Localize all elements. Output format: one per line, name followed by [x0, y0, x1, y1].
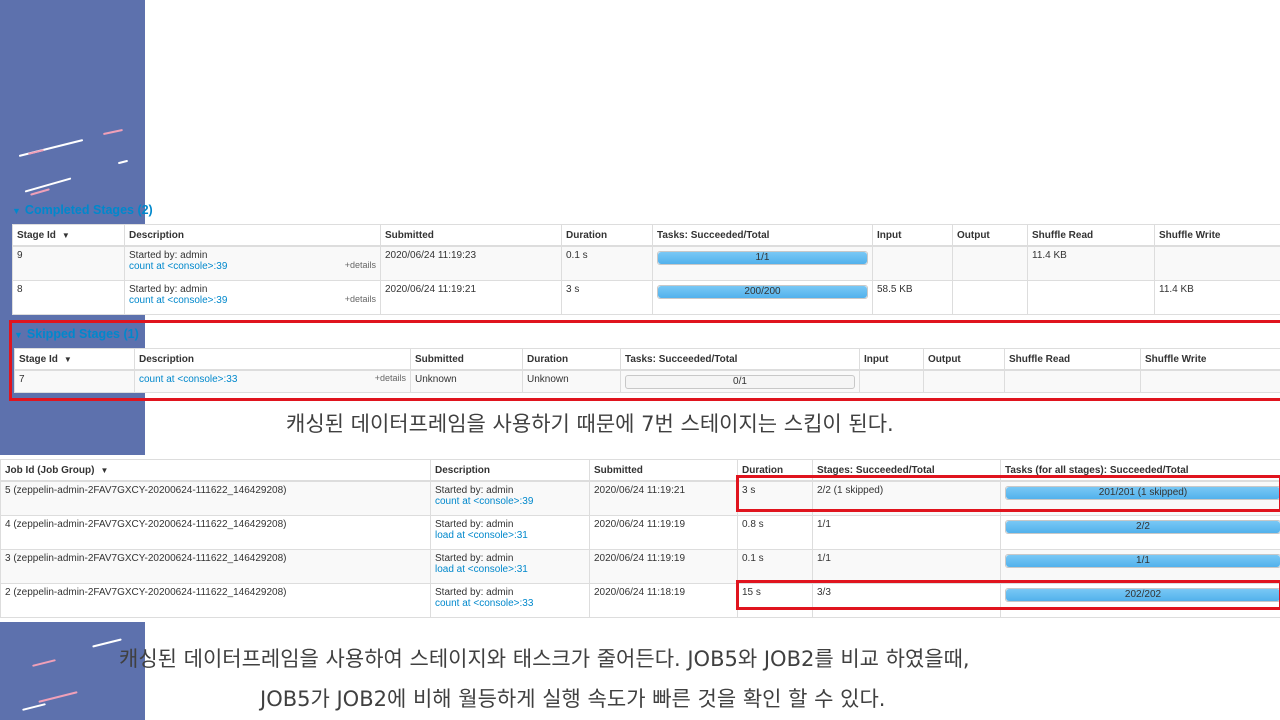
column-header-description[interactable]: Description — [430, 459, 590, 482]
duration: 3 s — [561, 279, 653, 315]
submitted-time: 2020/06/24 11:19:23 — [380, 245, 562, 281]
job-description: Started by: admin count at <console>:33 — [430, 582, 590, 618]
details-toggle[interactable]: +details — [345, 294, 376, 304]
highlight-box-job5 — [736, 475, 1280, 512]
highlight-box-job2 — [736, 580, 1280, 610]
stage-link[interactable]: count at <console>:39 — [129, 261, 227, 272]
started-by-text: Started by: admin — [129, 250, 208, 261]
input: 58.5 KB — [872, 279, 953, 315]
sort-down-icon: ▼ — [61, 230, 70, 240]
duration: 0.8 s — [737, 514, 813, 550]
job-id: 4 (zeppelin-admin-2FAV7GXCY-20200624-111… — [0, 514, 431, 550]
tasks-cell: 1/1 — [652, 245, 873, 281]
started-by-text: Started by: admin — [129, 283, 208, 295]
output — [952, 245, 1028, 281]
started-by-text: Started by: admin — [435, 552, 514, 564]
shuffle-read — [1027, 279, 1155, 315]
progress-label: 200/200 — [744, 285, 781, 297]
table-row: 9 Started by: admin count at <console>:3… — [12, 245, 1280, 281]
job-description: Started by: admin load at <console>:31 — [430, 548, 590, 584]
table-row: 8 Started by: admin count at <console>:3… — [12, 279, 1280, 315]
tasks-cell: 2/2 — [1000, 514, 1280, 550]
completed-stages-header[interactable]: ▼ Completed Stages (2) — [12, 203, 153, 217]
job-description: Started by: admin load at <console>:31 — [430, 514, 590, 550]
submitted-time: 2020/06/24 11:19:21 — [380, 279, 562, 315]
decorative-streak — [22, 703, 46, 711]
column-header-shuffle-write[interactable]: Shuffle Write — [1154, 224, 1280, 247]
stage-id: 8 — [12, 279, 125, 315]
sort-down-icon: ▼ — [100, 465, 109, 475]
completed-stages-title: Completed Stages (2) — [24, 203, 153, 217]
table-row: 4 (zeppelin-admin-2FAV7GXCY-20200624-111… — [0, 514, 1280, 550]
column-header-stage-id[interactable]: Stage Id ▼ — [12, 224, 125, 247]
column-header-description[interactable]: Description — [124, 224, 381, 247]
column-header-duration[interactable]: Duration — [561, 224, 653, 247]
submitted-time: 2020/06/24 11:19:21 — [589, 480, 738, 516]
column-header-output[interactable]: Output — [952, 224, 1028, 247]
caption-comparison-line2: JOB5가 JOB2에 비해 월등하게 실행 속도가 빠른 것을 확인 할 수 … — [260, 687, 886, 711]
column-header-submitted[interactable]: Submitted — [589, 459, 738, 482]
job-id: 5 (zeppelin-admin-2FAV7GXCY-20200624-111… — [0, 480, 431, 516]
started-by-text: Started by: admin — [435, 518, 514, 530]
started-by-text: Started by: admin — [435, 485, 514, 496]
submitted-time: 2020/06/24 11:19:19 — [589, 514, 738, 550]
input — [872, 245, 953, 281]
column-header-job-id[interactable]: Job Id (Job Group) ▼ — [0, 459, 431, 482]
job-description: Started by: admin count at <console>:39 — [430, 480, 590, 516]
column-header-shuffle-read[interactable]: Shuffle Read — [1027, 224, 1155, 247]
stage-link[interactable]: count at <console>:39 — [129, 295, 227, 306]
shuffle-write: 11.4 KB — [1154, 279, 1280, 315]
job-link[interactable]: count at <console>:33 — [435, 598, 585, 609]
stage-id: 9 — [12, 245, 125, 281]
output — [952, 279, 1028, 315]
stage-description: Started by: admin count at <console>:39 +… — [124, 279, 381, 315]
progress-bar: 2/2 — [1005, 519, 1280, 534]
progress-bar: 1/1 — [1005, 553, 1280, 568]
shuffle-write — [1154, 245, 1280, 281]
job-id: 3 (zeppelin-admin-2FAV7GXCY-20200624-111… — [0, 548, 431, 584]
submitted-time: 2020/06/24 11:18:19 — [589, 582, 738, 618]
tasks-cell: 1/1 — [1000, 548, 1280, 584]
table-header-row: Stage Id ▼ Description Submitted Duration… — [12, 224, 1280, 247]
table-row: 3 (zeppelin-admin-2FAV7GXCY-20200624-111… — [0, 548, 1280, 584]
shuffle-read: 11.4 KB — [1027, 245, 1155, 281]
collapse-triangle-icon: ▼ — [12, 206, 21, 216]
stages-count: 1/1 — [812, 514, 1001, 550]
progress-bar: 200/200 — [657, 284, 868, 299]
caption-comparison-line1: 캐싱된 데이터프레임을 사용하여 스테이지와 태스크가 줄어든다. JOB5와 … — [119, 647, 970, 671]
highlight-box-skipped-stages — [9, 320, 1280, 401]
decorative-streak — [117, 159, 129, 165]
progress-label: 1/1 — [1136, 554, 1150, 566]
job-link[interactable]: load at <console>:31 — [435, 564, 585, 575]
job-id: 2 (zeppelin-admin-2FAV7GXCY-20200624-111… — [0, 582, 431, 618]
progress-label: 2/2 — [1136, 520, 1150, 532]
details-toggle[interactable]: +details — [345, 260, 376, 270]
decorative-streak — [92, 638, 122, 648]
column-header-tasks[interactable]: Tasks: Succeeded/Total — [652, 224, 873, 247]
duration: 0.1 s — [561, 245, 653, 281]
decorative-streak — [32, 659, 56, 667]
column-header-input[interactable]: Input — [872, 224, 953, 247]
duration: 0.1 s — [737, 548, 813, 584]
progress-label: 1/1 — [755, 252, 770, 263]
decorative-streak — [27, 149, 45, 155]
submitted-time: 2020/06/24 11:19:19 — [589, 548, 738, 584]
decorative-streak — [103, 128, 123, 136]
job-link[interactable]: count at <console>:39 — [435, 496, 585, 507]
decorative-streak — [38, 691, 78, 703]
tasks-cell: 200/200 — [652, 279, 873, 315]
stages-count: 1/1 — [812, 548, 1001, 584]
stage-description: Started by: admin count at <console>:39 +… — [124, 245, 381, 281]
started-by-text: Started by: admin — [435, 586, 514, 598]
job-link[interactable]: load at <console>:31 — [435, 530, 585, 541]
column-header-submitted[interactable]: Submitted — [380, 224, 562, 247]
caption-skipped-stage: 캐싱된 데이터프레임을 사용하기 때문에 7번 스테이지는 스킵이 된다. — [286, 412, 894, 436]
progress-bar: 1/1 — [657, 251, 868, 265]
completed-stages-table: Stage Id ▼ Description Submitted Duration… — [12, 224, 1280, 315]
